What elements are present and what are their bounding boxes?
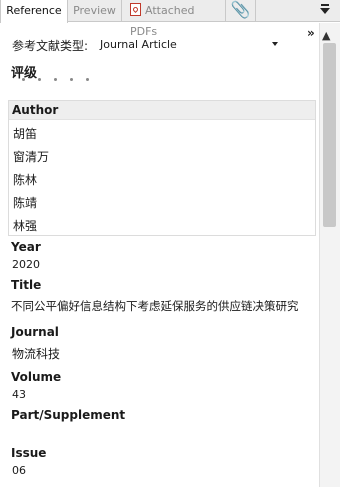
year-label: Year (11, 240, 41, 254)
tab-reference-label: Reference (6, 4, 62, 17)
author-field[interactable]: Author 胡笛 窗清万 陈林 陈靖 林强 (8, 100, 316, 236)
title-value[interactable]: 不同公平偏好信息结构下考虑延保服务的供应链决策研究 (11, 298, 299, 314)
vertical-scrollbar[interactable]: ▲ (319, 23, 340, 487)
scrollbar-thumb[interactable] (323, 43, 336, 227)
author-name[interactable]: 胡笛 (13, 125, 37, 142)
rating-dot-3[interactable] (54, 78, 57, 81)
volume-label: Volume (11, 370, 62, 384)
author-label: Author (9, 101, 315, 120)
rating-dot-4[interactable] (70, 78, 73, 81)
title-label: Title (11, 278, 42, 292)
year-value[interactable]: 2020 (12, 258, 40, 271)
issue-label: Issue (11, 446, 47, 460)
rating-dot-5[interactable] (86, 78, 89, 81)
author-name[interactable]: 林强 (13, 217, 37, 234)
journal-label: Journal (11, 325, 59, 339)
tab-reference[interactable]: Reference (0, 0, 68, 23)
reference-type-value: Journal Article (100, 38, 177, 51)
paperclip-icon[interactable]: 📎 (226, 0, 256, 22)
author-name[interactable]: 陈林 (13, 171, 37, 188)
reference-type-label: 参考文献类型: (12, 39, 89, 53)
rating-dot-1[interactable] (22, 78, 25, 81)
reference-type-select[interactable]: Journal Article (98, 36, 284, 53)
scroll-up-icon[interactable]: ▲ (322, 29, 330, 42)
menu-caret-icon[interactable] (320, 3, 330, 17)
rating-dot-2[interactable] (38, 78, 41, 81)
pdf-icon (130, 3, 141, 16)
expand-icon[interactable]: » (307, 27, 315, 39)
tab-attached-pdfs[interactable]: Attached PDFs (122, 0, 226, 38)
volume-value[interactable]: 43 (12, 388, 26, 401)
chevron-down-icon (272, 42, 278, 46)
author-name[interactable]: 窗清万 (13, 148, 49, 165)
part-supplement-label: Part/Supplement (11, 408, 126, 422)
reference-type-row: 参考文献类型: Journal Article (12, 37, 278, 54)
tab-bar: Reference Preview Attached PDFs 📎 (0, 0, 340, 38)
author-name[interactable]: 陈靖 (13, 194, 37, 211)
tab-preview[interactable]: Preview (68, 0, 122, 22)
issue-value[interactable]: 06 (12, 464, 26, 477)
journal-value[interactable]: 物流科技 (12, 345, 60, 362)
tab-preview-label: Preview (73, 4, 116, 17)
